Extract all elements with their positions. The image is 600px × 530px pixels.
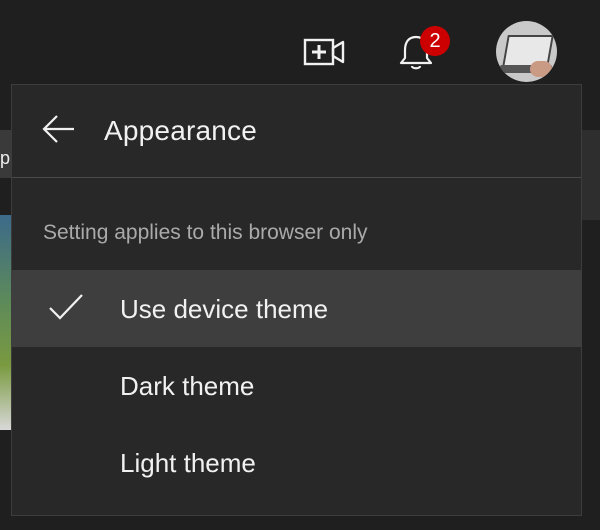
- arrow-left-icon: [42, 115, 74, 143]
- option-use-device-theme[interactable]: Use device theme: [12, 270, 581, 347]
- background-strip: [582, 130, 600, 220]
- option-dark-theme[interactable]: Dark theme: [12, 347, 581, 424]
- create-video-button[interactable]: [302, 34, 346, 70]
- menu-header: Appearance: [12, 85, 581, 178]
- menu-hint: Setting applies to this browser only: [43, 221, 368, 244]
- background-thumbnail: [0, 215, 11, 430]
- background-chip-text: p: [0, 148, 11, 168]
- checkmark-icon: [49, 294, 83, 320]
- notification-count-badge: 2: [420, 26, 450, 56]
- option-label: Dark theme: [120, 371, 255, 401]
- youtube-page: 2 p Appearance Setting applies to this b…: [0, 0, 600, 530]
- option-label: Light theme: [120, 448, 256, 478]
- option-label: Use device theme: [120, 294, 329, 324]
- video-plus-icon: [303, 38, 345, 66]
- menu-title: Appearance: [104, 115, 258, 146]
- option-light-theme[interactable]: Light theme: [12, 424, 581, 501]
- back-button[interactable]: [38, 109, 78, 149]
- account-avatar[interactable]: [496, 21, 557, 82]
- avatar-hand: [530, 61, 552, 77]
- appearance-menu: Appearance Setting applies to this brows…: [11, 84, 582, 516]
